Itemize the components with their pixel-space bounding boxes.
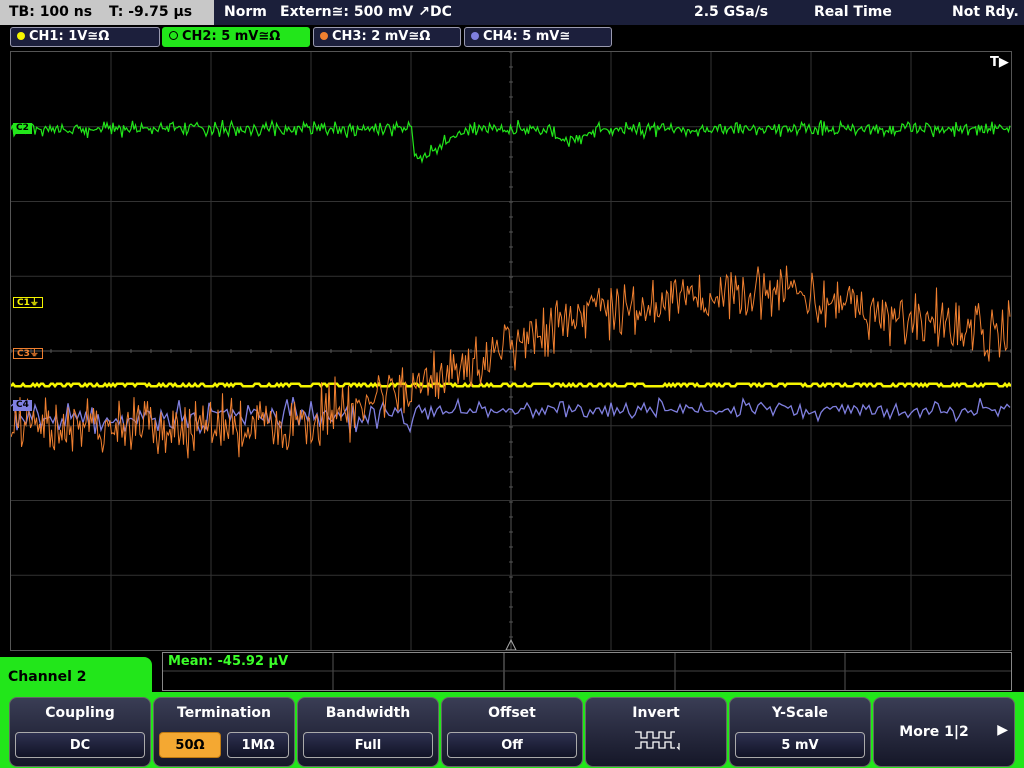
measurement-bar — [162, 652, 1012, 691]
invert-title: Invert — [632, 705, 680, 721]
channel-tab-ch3[interactable]: CH3: 2 mV≅Ω — [313, 27, 461, 47]
measurement-grid — [163, 653, 1011, 690]
bandwidth-softkey[interactable]: Bandwidth Full — [297, 697, 439, 767]
y-scale-softkey[interactable]: Y-Scale 5 mV — [729, 697, 871, 767]
ch3-ground-marker[interactable]: C3⏚ — [13, 348, 43, 359]
termination-1mohm-option[interactable]: 1MΩ — [227, 732, 289, 758]
y-scale-value[interactable]: 5 mV — [735, 732, 865, 758]
channel-tab-ch2[interactable]: CH2: 5 mV≅Ω — [162, 27, 310, 47]
marker-label: C2 — [16, 123, 29, 133]
acquisition-state: Not Rdy. — [952, 4, 1019, 20]
acquisition-mode[interactable]: Real Time — [814, 0, 892, 25]
sample-rate: 2.5 GSa/s — [694, 4, 769, 20]
marker-label: C4 — [16, 400, 29, 410]
ch4-color-dot — [471, 32, 479, 40]
trigger-marker-label: T — [990, 55, 999, 70]
coupling-softkey[interactable]: Coupling DC — [9, 697, 151, 767]
channel-tab-label: CH3: 2 mV≅Ω — [332, 29, 431, 44]
channel-tab-ch1[interactable]: CH1: 1V≅Ω — [10, 27, 160, 47]
termination-title: Termination — [177, 705, 271, 721]
ch3-color-dot — [320, 32, 328, 40]
bandwidth-value[interactable]: Full — [303, 732, 433, 758]
ch2-ground-marker[interactable]: C2 — [13, 123, 32, 134]
timebase-value: TB: 100 ns — [9, 4, 93, 20]
y-scale-title: Y-Scale — [771, 705, 828, 721]
termination-50ohm-option[interactable]: 50Ω — [159, 732, 221, 758]
ch1-color-dot — [17, 32, 25, 40]
marker-label: C1 — [17, 298, 30, 308]
offset-softkey[interactable]: Offset Off — [441, 697, 583, 767]
channel-tab-label: CH1: 1V≅Ω — [29, 29, 110, 44]
channel-tab-label: CH2: 5 mV≅Ω — [182, 29, 281, 44]
invert-waveform-icon — [635, 731, 680, 751]
invert-softkey[interactable]: Invert — [585, 697, 727, 767]
waveform-display[interactable]: T▶ C2 C1⏚ C3⏚ C4 — [10, 51, 1012, 651]
trigger-time-value: T: -9.75 µs — [108, 4, 193, 20]
coupling-title: Coupling — [45, 705, 115, 721]
offset-title: Offset — [488, 705, 536, 721]
ch4-ground-marker[interactable]: C4 — [13, 400, 32, 411]
next-page-icon: ▶ — [997, 722, 1008, 738]
trigger-mode[interactable]: Norm — [224, 0, 267, 25]
trigger-position-marker[interactable]: T▶ — [987, 55, 1012, 71]
more-softkey[interactable]: More 1|2 ▶ — [873, 697, 1015, 767]
menu-title: Channel 2 — [8, 669, 87, 685]
channel-tab-ch4[interactable]: CH4: 5 mV≅ — [464, 27, 612, 47]
timebase-box[interactable]: TB: 100 ns T: -9.75 µs — [0, 0, 214, 25]
more-label: More 1|2 — [899, 724, 969, 740]
offset-value[interactable]: Off — [447, 732, 577, 758]
ch2-color-dot — [169, 31, 178, 40]
trigger-source[interactable]: Extern≅: 500 mV ↗DC — [280, 0, 452, 25]
mean-measurement: Mean: -45.92 µV — [168, 654, 289, 669]
ch1-ground-marker[interactable]: C1⏚ — [13, 297, 43, 308]
marker-label: C3 — [17, 349, 30, 359]
channel-tab-label: CH4: 5 mV≅ — [483, 29, 571, 44]
termination-softkey[interactable]: Termination 50Ω 1MΩ — [153, 697, 295, 767]
menu-title-tab: Channel 2 — [0, 657, 152, 697]
waveform-canvas — [11, 52, 1011, 650]
coupling-value[interactable]: DC — [15, 732, 145, 758]
bandwidth-title: Bandwidth — [325, 705, 411, 721]
